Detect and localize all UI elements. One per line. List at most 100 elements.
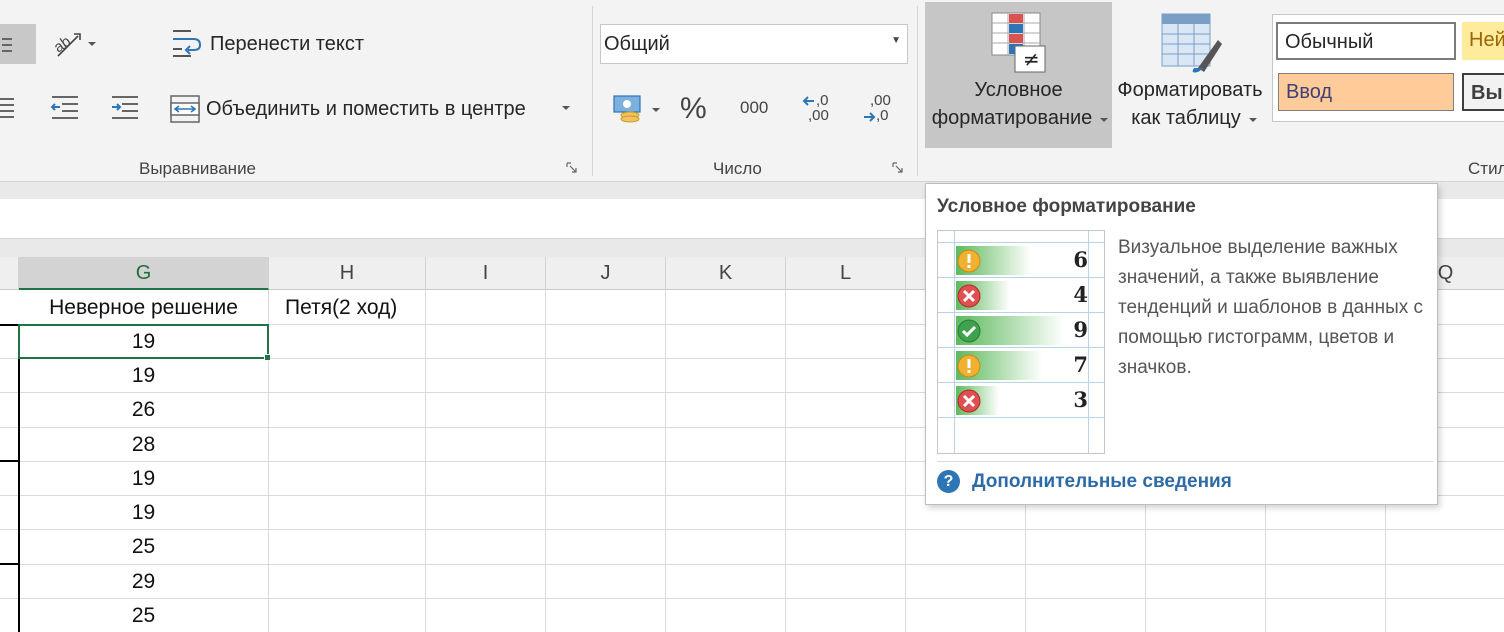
merge-center-label: Объединить и поместить в центре	[206, 98, 526, 120]
select-all-corner[interactable]	[0, 257, 19, 290]
preview-value: 7	[1073, 352, 1088, 377]
style-output[interactable]: Вы	[1462, 73, 1504, 111]
cell-border	[0, 324, 19, 326]
merge-center-button[interactable]: Объединить и поместить в центре	[168, 92, 578, 126]
more-info-label: Дополнительные сведения	[972, 471, 1232, 492]
cell-g-value[interactable]: 28	[19, 428, 268, 462]
wrap-text-icon	[173, 30, 202, 57]
thousands-label: 000	[740, 98, 769, 117]
warning-icon	[957, 354, 981, 378]
preview-row: 4	[938, 278, 1104, 313]
cell-border	[0, 460, 19, 462]
wrap-text-label: Перенести текст	[210, 33, 364, 55]
cell-g-value[interactable]: 25	[19, 599, 268, 632]
preview-value: 6	[1073, 247, 1088, 272]
tooltip-description: Визуальное выделение важных значений, а …	[1118, 237, 1424, 378]
currency-icon	[613, 95, 660, 123]
dialog-launcher-icon[interactable]	[892, 162, 904, 174]
number-group-label: Число	[713, 159, 762, 178]
style-input-label: Ввод	[1286, 81, 1333, 103]
conditional-formatting-label-line1: Условное	[974, 79, 1063, 101]
cell-border	[0, 563, 19, 565]
format-as-table-label-line1: Форматировать	[1117, 79, 1263, 101]
cell-g-value[interactable]: 19	[19, 496, 268, 530]
column-header-j[interactable]: J	[546, 257, 666, 290]
preview-value: 9	[1073, 317, 1088, 342]
merge-center-icon	[170, 95, 200, 123]
column-header-i[interactable]: I	[426, 257, 546, 290]
group-divider	[917, 6, 918, 176]
preview-row: 9	[938, 313, 1104, 348]
decrease-indent-icon	[50, 96, 78, 119]
active-cell-outline	[18, 324, 269, 359]
increase-decimal-button[interactable]: ,0 ,00	[800, 92, 836, 126]
error-icon	[957, 284, 981, 308]
thousands-separator-button[interactable]: 000	[736, 94, 776, 124]
style-neutral-label: Ней	[1469, 29, 1504, 51]
decrease-decimal-bottom: ,0	[876, 107, 889, 124]
dialog-launcher-icon[interactable]	[566, 162, 578, 174]
warning-icon	[957, 249, 981, 273]
cell-g-value[interactable]: 25	[19, 530, 268, 564]
column-header-h[interactable]: H	[269, 257, 426, 290]
style-normal[interactable]: Обычный	[1276, 22, 1456, 60]
svg-text:ab: ab	[52, 33, 74, 56]
wrap-text-button[interactable]: Перенести текст	[170, 26, 370, 62]
tooltip-title: Условное форматирование	[937, 196, 1196, 217]
style-output-label: Вы	[1471, 82, 1503, 104]
chevron-down-icon	[562, 106, 570, 110]
cell-g-value[interactable]: 26	[19, 393, 268, 427]
align-center-button[interactable]	[0, 24, 36, 64]
format-as-table-icon	[1161, 13, 1222, 73]
preview-row: 7	[938, 348, 1104, 383]
preview-value: 3	[1073, 387, 1088, 412]
help-icon: ?	[937, 470, 960, 493]
arrow-left-icon	[802, 96, 814, 106]
arrow-right-icon	[864, 112, 876, 122]
align-lines-icon	[0, 98, 14, 118]
number-format-select[interactable]: Общий ▼	[600, 24, 908, 64]
chevron-down-icon	[1249, 118, 1257, 122]
column-header-g[interactable]: G	[19, 257, 269, 290]
style-input[interactable]: Ввод	[1278, 73, 1454, 111]
percent-button[interactable]: %	[678, 92, 710, 126]
conditional-formatting-label-line2: форматирование	[931, 107, 1093, 129]
align-left-button[interactable]	[0, 94, 20, 122]
percent-label: %	[680, 92, 707, 125]
decrease-decimal-button[interactable]: ,00 ,0	[860, 92, 896, 126]
preview-header-row	[938, 231, 1104, 243]
preview-row: 6	[938, 243, 1104, 278]
orientation-button[interactable]: ab	[52, 26, 98, 62]
cell-g-value[interactable]: 29	[19, 565, 268, 599]
cell-g-value[interactable]: 19	[19, 462, 268, 496]
orientation-icon: ab	[52, 33, 96, 57]
group-divider	[592, 6, 593, 176]
styles-group-label: Стил	[1468, 159, 1504, 178]
chevron-down-icon: ▼	[891, 35, 901, 46]
chevron-down-icon	[1100, 118, 1108, 122]
conditional-formatting-icon: ≠	[991, 12, 1046, 73]
format-as-table-button[interactable]: Форматировать как таблицу	[1112, 2, 1268, 148]
conditional-formatting-button[interactable]: ≠ Условное форматирование	[925, 2, 1112, 148]
tooltip-divider	[937, 461, 1433, 462]
cell-h-header[interactable]: Петя(2 ход)	[285, 291, 425, 325]
decrease-indent-button[interactable]	[48, 92, 82, 124]
column-header-k[interactable]: K	[666, 257, 786, 290]
check-icon	[957, 319, 981, 343]
fill-handle[interactable]	[264, 354, 271, 361]
column-header-l[interactable]: L	[786, 257, 906, 290]
tooltip-preview-image: 6 4 9 7 3	[937, 230, 1105, 454]
increase-indent-icon	[112, 96, 138, 119]
align-center-icon	[2, 38, 12, 52]
ribbon: ab Перенести текст Объединить и поместит…	[0, 0, 1504, 182]
accounting-format-button[interactable]	[610, 92, 664, 126]
alignment-group-label: Выравнивание	[139, 159, 257, 178]
cell-g-value[interactable]: 19	[19, 359, 268, 393]
svg-text:≠: ≠	[1023, 47, 1040, 71]
preview-value: 4	[1073, 282, 1088, 307]
preview-row: 3	[938, 383, 1104, 418]
style-neutral[interactable]: Ней	[1462, 22, 1504, 60]
conditional-formatting-tooltip: Условное форматирование 6 4 9 7 3 Визуал…	[925, 183, 1438, 505]
cell-g-header[interactable]: Неверное решение	[19, 291, 268, 325]
increase-indent-button[interactable]	[108, 92, 142, 124]
